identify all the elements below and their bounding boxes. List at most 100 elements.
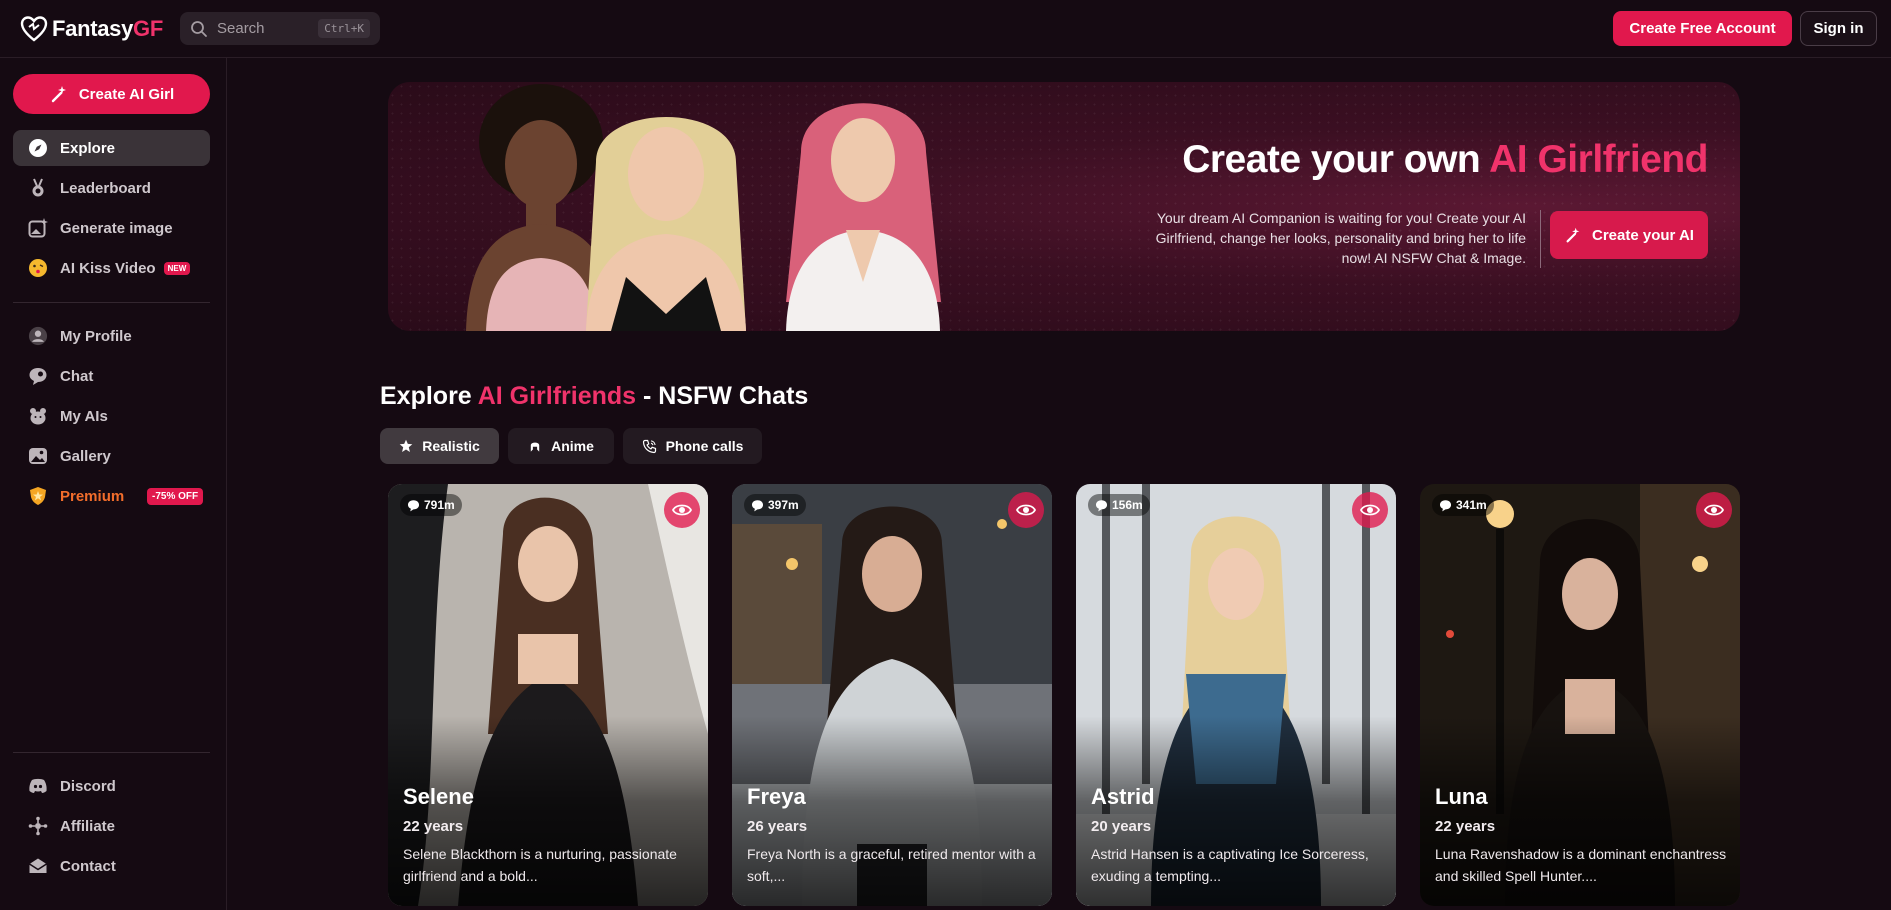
search-shortcut: Ctrl+K bbox=[318, 19, 370, 38]
character-description: Astrid Hansen is a captivating Ice Sorce… bbox=[1091, 846, 1369, 884]
sidebar-item-my-profile[interactable]: My Profile bbox=[13, 318, 210, 354]
sidebar-item-my-ais[interactable]: My AIs bbox=[13, 398, 210, 434]
sidebar-item-label: Chat bbox=[60, 367, 94, 385]
anime-icon bbox=[530, 442, 540, 452]
hero-title: Create your own AI Girlfriend bbox=[1182, 138, 1708, 181]
affiliate-icon bbox=[28, 816, 48, 836]
chat-icon bbox=[1439, 499, 1452, 511]
character-card[interactable]: 156m Astrid 20 years Astrid Hansen is a … bbox=[1076, 484, 1396, 906]
tab-realistic[interactable]: Realistic bbox=[380, 428, 499, 464]
search-icon bbox=[191, 20, 207, 37]
create-ai-girl-label: Create AI Girl bbox=[78, 85, 175, 103]
character-name: Astrid bbox=[1091, 784, 1155, 809]
sidebar-item-label: Gallery bbox=[60, 447, 111, 465]
top-bar: FantasyGF Search Ctrl+K Create Free Acco… bbox=[0, 0, 1891, 58]
chat-icon bbox=[751, 499, 764, 511]
logo-text-accent: GF bbox=[133, 16, 163, 41]
sidebar-item-affiliate[interactable]: Affiliate bbox=[13, 808, 210, 844]
sidebar-item-leaderboard[interactable]: Leaderboard bbox=[13, 170, 210, 206]
views-count: 341m bbox=[1456, 498, 1487, 512]
sidebar-item-contact[interactable]: Contact bbox=[13, 848, 210, 884]
user-icon bbox=[28, 326, 48, 346]
sidebar-item-label: Affiliate bbox=[60, 817, 116, 835]
compass-icon bbox=[28, 138, 48, 158]
sidebar-item-label: My AIs bbox=[60, 407, 108, 425]
eye-button[interactable] bbox=[1696, 492, 1732, 528]
sidebar-divider bbox=[13, 302, 210, 303]
chat-icon bbox=[1095, 499, 1108, 511]
sidebar-item-discord[interactable]: Discord bbox=[13, 768, 210, 804]
sidebar-item-label: Contact bbox=[60, 857, 116, 875]
eye-icon bbox=[672, 504, 692, 516]
eye-icon bbox=[1704, 504, 1724, 516]
sidebar: Create AI Girl Explore Leaderboard Gener… bbox=[0, 58, 227, 910]
medal-icon bbox=[28, 178, 48, 198]
eye-button[interactable] bbox=[664, 492, 700, 528]
star-icon bbox=[399, 439, 413, 452]
create-ai-girl-button[interactable]: Create AI Girl bbox=[13, 74, 210, 114]
character-description: Selene Blackthorn is a nurturing, passio… bbox=[403, 846, 677, 884]
sidebar-item-label: AI Kiss Video bbox=[60, 259, 156, 277]
search-box[interactable]: Search Ctrl+K bbox=[180, 12, 380, 45]
character-name: Freya bbox=[747, 784, 806, 809]
tab-phone-calls[interactable]: Phone calls bbox=[623, 428, 762, 464]
character-card[interactable]: 397m Freya 26 years Freya North is a gra… bbox=[732, 484, 1052, 906]
sidebar-item-gallery[interactable]: Gallery bbox=[13, 438, 210, 474]
tab-anime[interactable]: Anime bbox=[508, 428, 614, 464]
discord-icon bbox=[28, 776, 48, 796]
sidebar-item-label: My Profile bbox=[60, 327, 132, 345]
character-name: Selene bbox=[403, 784, 474, 809]
views-badge: 397m bbox=[744, 494, 806, 516]
explore-title: Explore AI Girlfriends - NSFW Chats bbox=[380, 382, 809, 410]
bear-icon bbox=[28, 406, 48, 426]
eye-icon bbox=[1360, 504, 1380, 516]
create-your-ai-label: Create your AI bbox=[1592, 226, 1694, 244]
create-free-account-button[interactable]: Create Free Account bbox=[1613, 11, 1792, 46]
mail-icon bbox=[28, 856, 48, 876]
sidebar-item-chat[interactable]: Chat bbox=[13, 358, 210, 394]
explore-title-accent: AI Girlfriends bbox=[477, 382, 637, 410]
views-count: 156m bbox=[1112, 498, 1143, 512]
views-badge: 156m bbox=[1088, 494, 1150, 516]
sidebar-item-generate-image[interactable]: Generate image bbox=[13, 210, 210, 246]
image-sparkle-icon bbox=[28, 218, 48, 238]
logo[interactable]: FantasyGF bbox=[20, 14, 163, 44]
logo-text: Fantasy bbox=[52, 16, 134, 41]
character-age: 26 years bbox=[747, 818, 808, 835]
eye-button[interactable] bbox=[1352, 492, 1388, 528]
shield-icon bbox=[28, 486, 48, 506]
character-card[interactable]: 791m Selene 22 years Selene Blackthorn i… bbox=[388, 484, 708, 906]
character-age: 20 years bbox=[1091, 818, 1152, 835]
sidebar-item-label: Generate image bbox=[60, 219, 173, 237]
hero-description: Your dream AI Companion is waiting for y… bbox=[1155, 210, 1526, 266]
character-age: 22 years bbox=[1435, 818, 1496, 835]
character-card[interactable]: 341m Luna 22 years Luna Ravenshadow is a… bbox=[1420, 484, 1740, 906]
sidebar-item-explore[interactable]: Explore bbox=[13, 130, 210, 166]
magic-wand-icon bbox=[51, 86, 66, 103]
tab-label: Realistic bbox=[422, 438, 480, 454]
search-placeholder: Search bbox=[217, 20, 265, 37]
chat-icon bbox=[407, 499, 420, 511]
sidebar-item-premium[interactable]: Premium -75% OFF bbox=[13, 478, 210, 514]
sidebar-item-label: Premium bbox=[60, 487, 125, 505]
tab-label: Anime bbox=[551, 438, 594, 454]
hero-title-accent: AI Girlfriend bbox=[1489, 138, 1708, 181]
hero-girl-image bbox=[786, 103, 941, 331]
sidebar-divider bbox=[13, 752, 210, 753]
sidebar-item-ai-kiss-video[interactable]: AI Kiss Video NEW bbox=[13, 250, 210, 286]
views-badge: 341m bbox=[1432, 494, 1494, 516]
heart-logo-icon bbox=[20, 16, 48, 42]
views-count: 397m bbox=[768, 498, 799, 512]
character-age: 22 years bbox=[403, 818, 464, 835]
gallery-icon bbox=[28, 446, 48, 466]
hero-girl-image bbox=[586, 117, 746, 331]
create-your-ai-button[interactable]: Create your AI bbox=[1550, 211, 1708, 259]
eye-button[interactable] bbox=[1008, 492, 1044, 528]
views-count: 791m bbox=[424, 498, 455, 512]
phone-icon bbox=[642, 439, 656, 453]
kiss-face-icon bbox=[28, 258, 48, 278]
magic-wand-icon bbox=[1566, 227, 1580, 243]
tab-label: Phone calls bbox=[665, 438, 744, 454]
hero-divider bbox=[1540, 210, 1541, 268]
sign-in-button[interactable]: Sign in bbox=[1800, 11, 1877, 46]
